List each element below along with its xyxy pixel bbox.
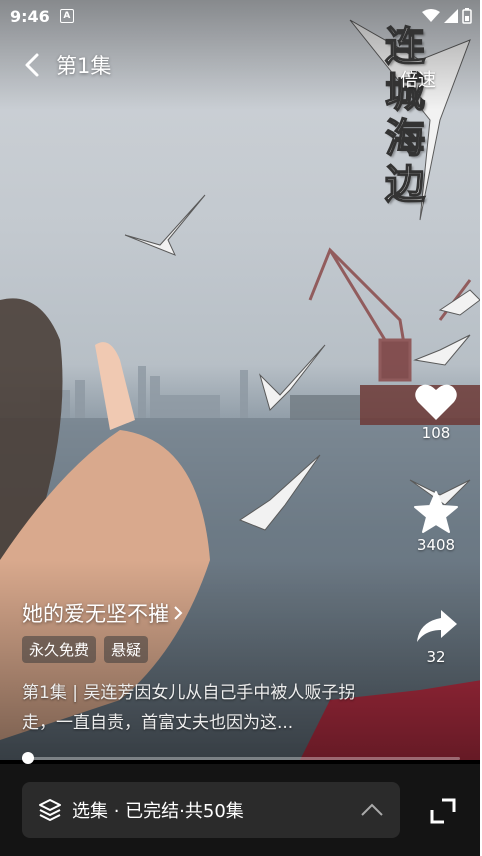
wifi-icon bbox=[422, 9, 440, 22]
share-icon bbox=[417, 610, 457, 642]
favorite-count: 3408 bbox=[416, 536, 456, 554]
chevron-right-icon bbox=[174, 606, 183, 620]
chevron-up-icon bbox=[360, 798, 384, 822]
battery-icon bbox=[462, 8, 472, 24]
heart-icon bbox=[415, 384, 457, 420]
progress-bar[interactable] bbox=[22, 757, 460, 760]
layers-icon bbox=[38, 797, 64, 823]
share-button[interactable]: 32 bbox=[410, 606, 462, 666]
status-time: 9:46 bbox=[10, 6, 50, 26]
drama-title-link[interactable]: 她的爱无坚不摧 bbox=[22, 598, 183, 628]
episode-description[interactable]: 第1集 | 吴连芳因女儿从自己手中被人贩子拐走，一直自责，首富丈夫也因为这... bbox=[22, 678, 382, 738]
drama-title: 她的爱无坚不摧 bbox=[22, 602, 169, 626]
tag-free[interactable]: 永久免费 bbox=[22, 636, 97, 663]
bottom-bar: 选集 · 已完结·共50集 bbox=[0, 764, 482, 856]
favorite-button[interactable]: 3408 bbox=[410, 490, 462, 554]
episode-selector[interactable]: 选集 · 已完结·共50集 bbox=[22, 782, 400, 838]
episode-selector-label: 选集 · 已完结·共50集 bbox=[72, 801, 244, 822]
progress-thumb[interactable] bbox=[22, 752, 34, 764]
tag-list: 永久免费 悬疑 bbox=[22, 636, 149, 663]
back-icon[interactable] bbox=[24, 50, 46, 80]
fullscreen-icon[interactable] bbox=[428, 796, 458, 826]
share-count: 32 bbox=[426, 648, 446, 666]
speed-button[interactable]: 倍速 bbox=[400, 66, 436, 92]
episode-title: 第1集 bbox=[56, 54, 112, 78]
signal-icon bbox=[444, 9, 458, 23]
star-icon bbox=[414, 491, 458, 533]
watermark-logo: 连城海边 bbox=[384, 23, 426, 209]
like-count: 108 bbox=[421, 424, 451, 442]
like-button[interactable]: 108 bbox=[410, 382, 462, 442]
top-nav: 第1集 bbox=[24, 50, 111, 80]
notification-icon: A bbox=[59, 9, 74, 23]
status-icons bbox=[422, 8, 472, 24]
tag-genre[interactable]: 悬疑 bbox=[104, 636, 149, 663]
